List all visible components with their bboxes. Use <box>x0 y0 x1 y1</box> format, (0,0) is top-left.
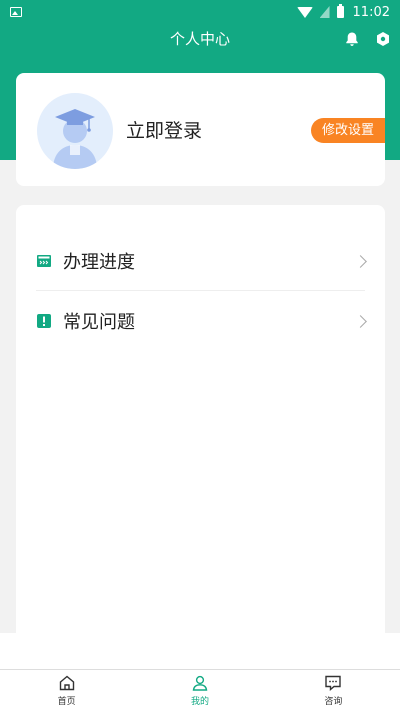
chevron-right-icon <box>354 314 367 328</box>
chat-icon <box>325 675 342 692</box>
tab-label: 首页 <box>57 697 76 707</box>
menu-item-faq[interactable]: 常见问题 <box>16 291 385 351</box>
menu-card: 办理进度 常见问题 <box>16 205 385 635</box>
status-right: 11:02 <box>296 4 390 20</box>
tab-mine[interactable]: 我的 <box>133 670 266 711</box>
status-bar: 11:02 <box>0 0 400 24</box>
wifi-icon <box>296 6 313 18</box>
sim-icon <box>319 6 330 18</box>
menu-item-label: 办理进度 <box>63 252 135 273</box>
page-title: 个人中心 <box>169 30 230 48</box>
tab-consult[interactable]: 咨询 <box>267 670 400 711</box>
progress-icon <box>36 253 52 269</box>
faq-icon <box>36 313 52 329</box>
chevron-right-icon <box>354 254 367 268</box>
edit-settings-button[interactable]: 修改设置 <box>311 118 385 143</box>
menu-item-label: 常见问题 <box>63 312 135 333</box>
bell-icon[interactable] <box>344 31 360 47</box>
graduate-avatar-icon[interactable] <box>37 93 113 169</box>
tab-home[interactable]: 首页 <box>0 670 133 711</box>
user-icon <box>192 675 208 691</box>
tab-bar: 首页 我的 咨询 <box>0 669 400 711</box>
graduate-avatar-graphic <box>53 109 97 169</box>
status-time: 11:02 <box>352 4 390 20</box>
bottom-strip <box>0 633 400 669</box>
battery-icon <box>336 4 344 18</box>
status-left <box>10 7 22 17</box>
tab-label: 咨询 <box>324 697 343 707</box>
profile-card: 立即登录 修改设置 <box>16 73 385 186</box>
home-icon <box>59 675 74 691</box>
login-link[interactable]: 立即登录 <box>126 116 202 143</box>
tab-label: 我的 <box>190 697 209 707</box>
settings-icon[interactable] <box>375 31 391 47</box>
image-icon <box>10 7 22 17</box>
menu-item-progress[interactable]: 办理进度 <box>16 231 385 291</box>
